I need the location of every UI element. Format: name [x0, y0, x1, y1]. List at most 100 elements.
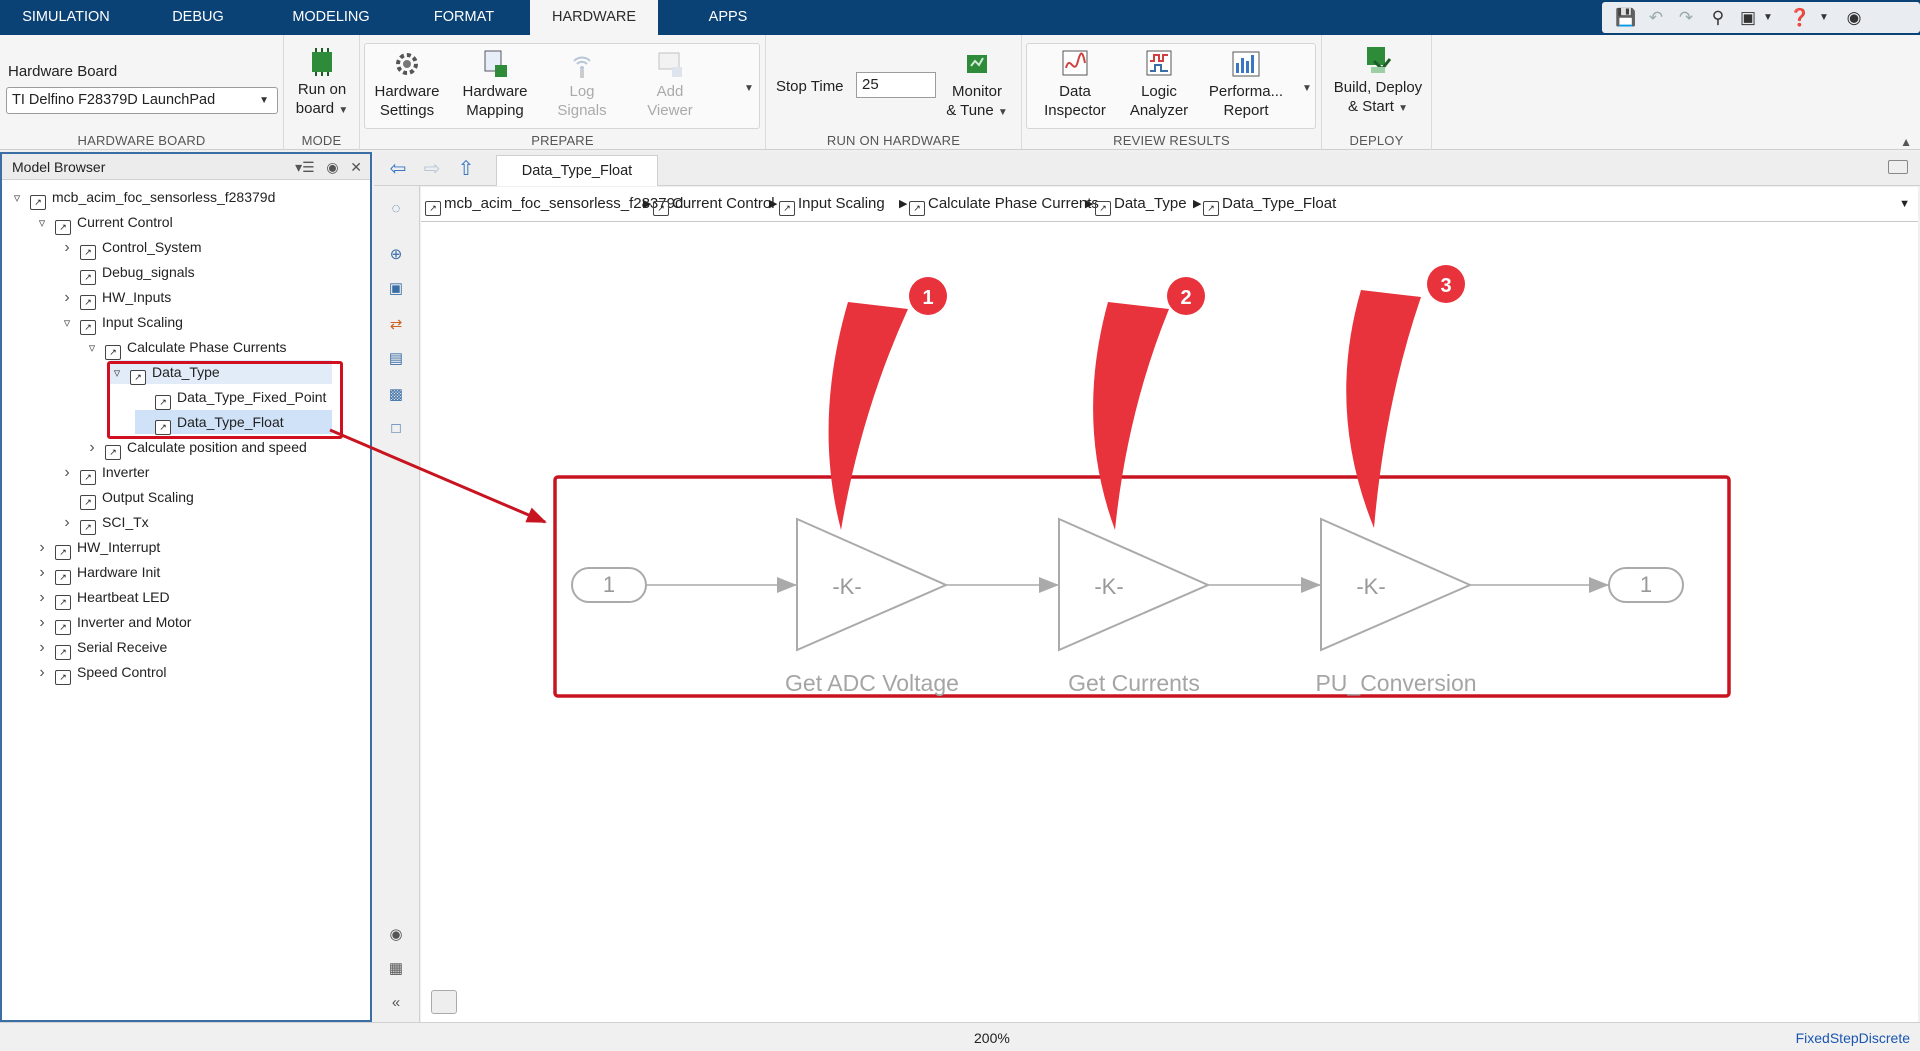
gain-block-get-adc-voltage[interactable]: -K- Get ADC Voltage	[785, 517, 959, 696]
mapping-icon	[484, 50, 507, 77]
review-expand-button[interactable]: ▼	[1300, 77, 1314, 98]
build-deploy-start-button[interactable]: Build, Deploy & Start ▼	[1328, 45, 1428, 118]
tree-item[interactable]: › ↗ Heartbeat LED	[35, 585, 170, 610]
chevron-right-icon[interactable]: ›	[60, 236, 74, 260]
tree-item[interactable]: › ↗ Control_System	[60, 235, 202, 260]
tab-hardware[interactable]: HARDWARE	[530, 0, 658, 35]
keyboard-icon[interactable]	[1888, 160, 1908, 174]
data-inspector-button[interactable]: Data Inspector	[1038, 49, 1112, 120]
tab-debug[interactable]: DEBUG	[150, 0, 246, 35]
signal-route-icon[interactable]: ⇄	[385, 314, 407, 336]
forward-arrow-icon[interactable]: ⇨	[418, 156, 446, 182]
tree-item[interactable]: › ↗ Calculate position and speed	[85, 435, 307, 460]
image-icon[interactable]: ▩	[385, 384, 407, 406]
breadcrumb-item[interactable]: ↗ Input Scaling	[779, 187, 885, 221]
tree-item-label: Control_System	[102, 239, 202, 255]
outport-block[interactable]: 1	[1608, 567, 1684, 603]
chevron-down-icon[interactable]: ▿	[10, 186, 24, 210]
tab-apps[interactable]: APPS	[690, 0, 766, 35]
hardware-settings-button[interactable]: Hardware Settings	[370, 49, 444, 120]
annotation-icon[interactable]: ▤	[385, 348, 407, 370]
tree-item[interactable]: › ↗ Speed Control	[35, 660, 167, 685]
model-data-icon[interactable]	[431, 990, 457, 1014]
chevron-right-icon[interactable]: ›	[85, 436, 99, 460]
back-arrow-icon[interactable]: ⇦	[384, 156, 412, 182]
chevron-down-icon[interactable]: ▿	[60, 311, 74, 335]
hardware-mapping-button[interactable]: Hardware Mapping	[458, 49, 532, 120]
tree-item[interactable]: › ↗ Inverter and Motor	[35, 610, 191, 635]
panel-options-icon[interactable]: ◉	[326, 159, 338, 175]
chevron-down-icon[interactable]: ▿	[35, 211, 49, 235]
run-on-board-button[interactable]: Run on board ▼	[288, 47, 356, 120]
collapse-palette-icon[interactable]: «	[385, 992, 407, 1014]
performance-report-button[interactable]: Performa... Report	[1204, 49, 1288, 120]
tree-item[interactable]: › ↗ Serial Receive	[35, 635, 167, 660]
search-icon[interactable]: ⚲	[1706, 6, 1730, 30]
prepare-expand-button[interactable]: ▼	[742, 77, 756, 98]
breadcrumb-item[interactable]: ↗ Calculate Phase Currents	[909, 187, 1099, 221]
up-arrow-icon[interactable]: ⇧	[452, 156, 480, 182]
tab-modeling[interactable]: MODELING	[278, 0, 384, 35]
tree-item[interactable]: ▿ ↗ Calculate Phase Currents	[85, 335, 287, 360]
tree-item[interactable]: ▿ ↗ Data_Type	[110, 360, 332, 385]
hardware-board-select[interactable]: TI Delfino F28379D LaunchPad ▼	[6, 87, 278, 114]
tree-item[interactable]: › ↗ HW_Interrupt	[35, 535, 160, 560]
logic-analyzer-button[interactable]: Logic Analyzer	[1122, 49, 1196, 120]
chevron-down-icon[interactable]: ▼	[1899, 187, 1910, 221]
explorer-bar-icon[interactable]: ▦	[385, 958, 407, 980]
add-viewer-button[interactable]: Add Viewer	[638, 49, 702, 120]
solver-link[interactable]: FixedStepDiscrete	[1796, 1030, 1910, 1046]
undo-icon[interactable]: ↶	[1644, 6, 1668, 30]
area-icon[interactable]: □	[385, 418, 407, 440]
camera-icon[interactable]: ◉	[385, 924, 407, 946]
tree-item[interactable]: ↗ Output Scaling	[60, 485, 194, 510]
tree-item[interactable]: ▿ ↗ Input Scaling	[60, 310, 183, 335]
tree-item[interactable]: ↗ Debug_signals	[60, 260, 195, 285]
tree-item[interactable]: ▿ ↗ Current Control	[35, 210, 173, 235]
tab-data-type-float[interactable]: Data_Type_Float	[496, 155, 658, 186]
chevron-right-icon[interactable]: ›	[35, 636, 49, 660]
gain-block-get-currents[interactable]: -K- Get Currents	[1058, 517, 1211, 696]
log-signals-button[interactable]: Log Signals	[550, 49, 614, 120]
chevron-down-icon[interactable]: ▼	[1756, 6, 1780, 30]
tree-item[interactable]: › ↗ Inverter	[60, 460, 149, 485]
chevron-right-icon[interactable]: ›	[35, 561, 49, 585]
tree-item[interactable]: ↗ Data_Type_Fixed_Point	[135, 385, 326, 410]
chevron-right-icon[interactable]: ›	[35, 536, 49, 560]
chevron-down-icon[interactable]: ▿	[110, 361, 124, 385]
chevron-right-icon[interactable]: ›	[35, 586, 49, 610]
redo-icon[interactable]: ↷	[1674, 6, 1698, 30]
list-options-icon[interactable]: ▾☰	[295, 159, 315, 175]
chevron-down-icon[interactable]: ▼	[1812, 6, 1836, 30]
tree-item[interactable]: › ↗ SCI_Tx	[60, 510, 149, 535]
chevron-right-icon[interactable]: ›	[35, 611, 49, 635]
options-icon[interactable]: ◉	[1842, 6, 1866, 30]
chevron-right-icon[interactable]: ›	[60, 286, 74, 310]
hide-panel-icon[interactable]: ◌	[385, 198, 407, 220]
stop-time-input[interactable]: 25	[856, 72, 936, 98]
model-canvas[interactable]: 1 -K- Get ADC Voltage -K- Get Currents -…	[421, 222, 1918, 1022]
breadcrumb-item[interactable]: ↗ Data_Type	[1095, 187, 1187, 221]
tree-item[interactable]: › ↗ Hardware Init	[35, 560, 160, 585]
tree-item[interactable]: ↗ Data_Type_Float	[135, 410, 332, 435]
close-icon[interactable]: ✕	[350, 159, 362, 175]
chevron-right-icon[interactable]: ›	[60, 511, 74, 535]
chevron-right-icon[interactable]: ›	[60, 461, 74, 485]
fit-to-view-icon[interactable]: ▣	[385, 278, 407, 300]
tree-item[interactable]: ▿ ↗ mcb_acim_foc_sensorless_f28379d	[10, 185, 275, 210]
tab-format[interactable]: FORMAT	[418, 0, 510, 35]
tab-simulation[interactable]: SIMULATION	[10, 0, 122, 35]
chevron-down-icon[interactable]: ▿	[85, 336, 99, 360]
tree-item[interactable]: › ↗ HW_Inputs	[60, 285, 171, 310]
save-icon[interactable]: 💾	[1614, 6, 1638, 30]
subsystem-icon: ↗	[105, 345, 121, 360]
breadcrumb-item[interactable]: ↗ Data_Type_Float	[1203, 187, 1336, 221]
chevron-right-icon[interactable]: ›	[35, 661, 49, 685]
breadcrumb-item[interactable]: ↗ Current Control	[653, 187, 775, 221]
collapse-toolstrip-icon[interactable]: ▲	[1900, 135, 1912, 149]
zoom-icon[interactable]: ⊕	[385, 244, 407, 266]
gain-block-pu-conversion[interactable]: -K- PU_Conversion	[1315, 517, 1477, 696]
inport-block[interactable]: 1	[571, 567, 647, 603]
monitor-and-tune-button[interactable]: Monitor & Tune ▼	[940, 49, 1014, 122]
help-icon[interactable]: ❓	[1788, 6, 1812, 30]
